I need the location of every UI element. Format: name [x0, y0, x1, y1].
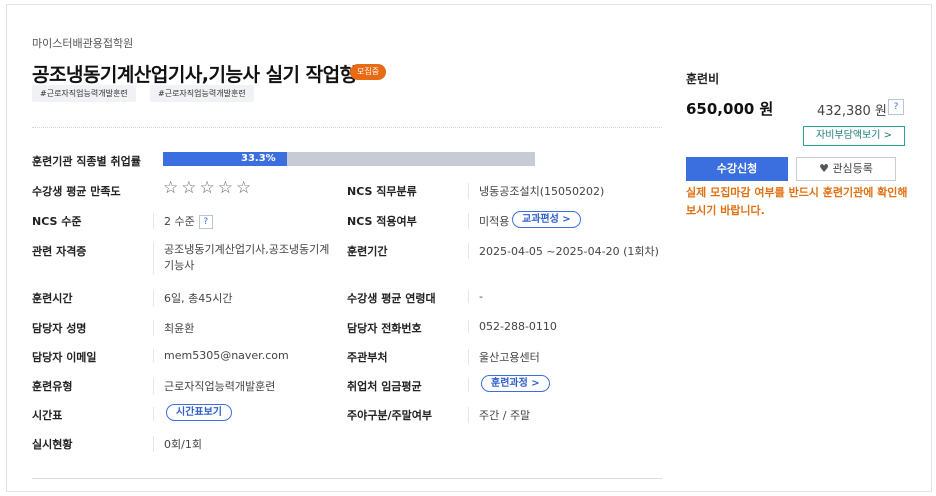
notice-text: 실제 모집마감 여부를 반드시 훈련기관에 확인해보시기 바랍니다.	[686, 186, 908, 217]
email-label: 담당자 이메일	[32, 351, 97, 364]
progress-status-label: 실시현황	[32, 438, 73, 451]
timetable-label: 시간표	[32, 409, 63, 422]
period-value: 2025-04-05 ~2025-04-20 (1회차)	[468, 243, 659, 259]
self-pay-button[interactable]: 자비부담액보기 >	[803, 126, 905, 146]
age-value: -	[468, 290, 483, 303]
apply-button[interactable]: 수강신청	[686, 157, 788, 181]
fee-price: 650,000 원	[686, 100, 774, 118]
curriculum-button[interactable]: 교과편성 >	[512, 211, 581, 228]
ncs-category-value: 냉동공조설치(15050202)	[468, 183, 604, 199]
hashtag[interactable]: #근로자직업능력개발훈련	[32, 85, 136, 102]
certificate-label: 관련 자격증	[32, 245, 87, 258]
employment-rate-fill: 33.3%	[163, 152, 287, 166]
ncs-apply-value: 미적용	[468, 213, 509, 229]
daynight-label: 주야구분/주말여부	[347, 409, 432, 422]
employment-rate-bar: 33.3%	[163, 152, 535, 166]
course-info-button[interactable]: 훈련과정 >	[481, 375, 550, 392]
timetable-button[interactable]: 시간표보기	[166, 404, 232, 421]
ncs-level-value: 2 수준?	[153, 213, 213, 229]
certificate-value: 공조냉동기계산업기사,공조냉동기계기능사	[153, 242, 335, 274]
ncs-level-text: 2 수준	[164, 215, 195, 228]
age-label: 수강생 평균 연령대	[347, 292, 436, 305]
status-badge: 모집중	[350, 64, 387, 80]
help-icon[interactable]: ?	[888, 99, 904, 115]
ncs-apply-label: NCS 적용여부	[347, 215, 417, 228]
daynight-value: 주간 / 주말	[468, 407, 530, 423]
period-label: 훈련기간	[347, 245, 388, 258]
hours-value: 6일, 총45시간	[153, 290, 232, 306]
dept-value: 울산고용센터	[468, 349, 540, 365]
timetable-separator	[153, 407, 164, 421]
fee-label: 훈련비	[686, 72, 720, 86]
ncs-category-label: NCS 직무분류	[347, 185, 417, 198]
institution-name[interactable]: 마이스터배관용접학원	[32, 35, 133, 51]
satisfaction-label: 수강생 평균 만족도	[32, 185, 121, 198]
phone-value: 052-288-0110	[468, 320, 557, 333]
email-value: mem5305@naver.com	[153, 349, 289, 362]
hours-label: 훈련시간	[32, 292, 73, 305]
wage-separator	[468, 378, 479, 392]
help-icon[interactable]: ?	[198, 215, 213, 229]
hashtag[interactable]: #근로자직업능력개발훈련	[150, 85, 254, 102]
heart-icon: ♥	[819, 162, 829, 175]
progress-status-value: 0회/1회	[153, 436, 202, 452]
divider	[32, 478, 662, 479]
employment-rate-label: 훈련기관 직종별 취업률	[32, 155, 141, 168]
manager-label: 담당자 성명	[32, 322, 87, 335]
course-title: 공조냉동기계산업기사,기능사 실기 작업형	[32, 64, 357, 86]
manager-value: 최윤환	[153, 320, 194, 336]
dept-label: 주관부처	[347, 351, 388, 364]
employment-rate-text: 33.3%	[241, 153, 276, 164]
training-type-value: 근로자직업능력개발훈련	[153, 378, 275, 394]
favorite-button[interactable]: ♥ 관심등록	[796, 157, 896, 181]
wage-label: 취업처 임금평균	[347, 380, 422, 393]
divider	[32, 127, 662, 128]
favorite-label: 관심등록	[832, 162, 873, 175]
star-icon: ☆☆☆☆☆	[163, 178, 255, 198]
self-pay-amount: 432,380 원	[817, 104, 887, 119]
ncs-level-label: NCS 수준	[32, 215, 82, 228]
training-type-label: 훈련유형	[32, 380, 73, 393]
phone-label: 담당자 전화번호	[347, 322, 422, 335]
